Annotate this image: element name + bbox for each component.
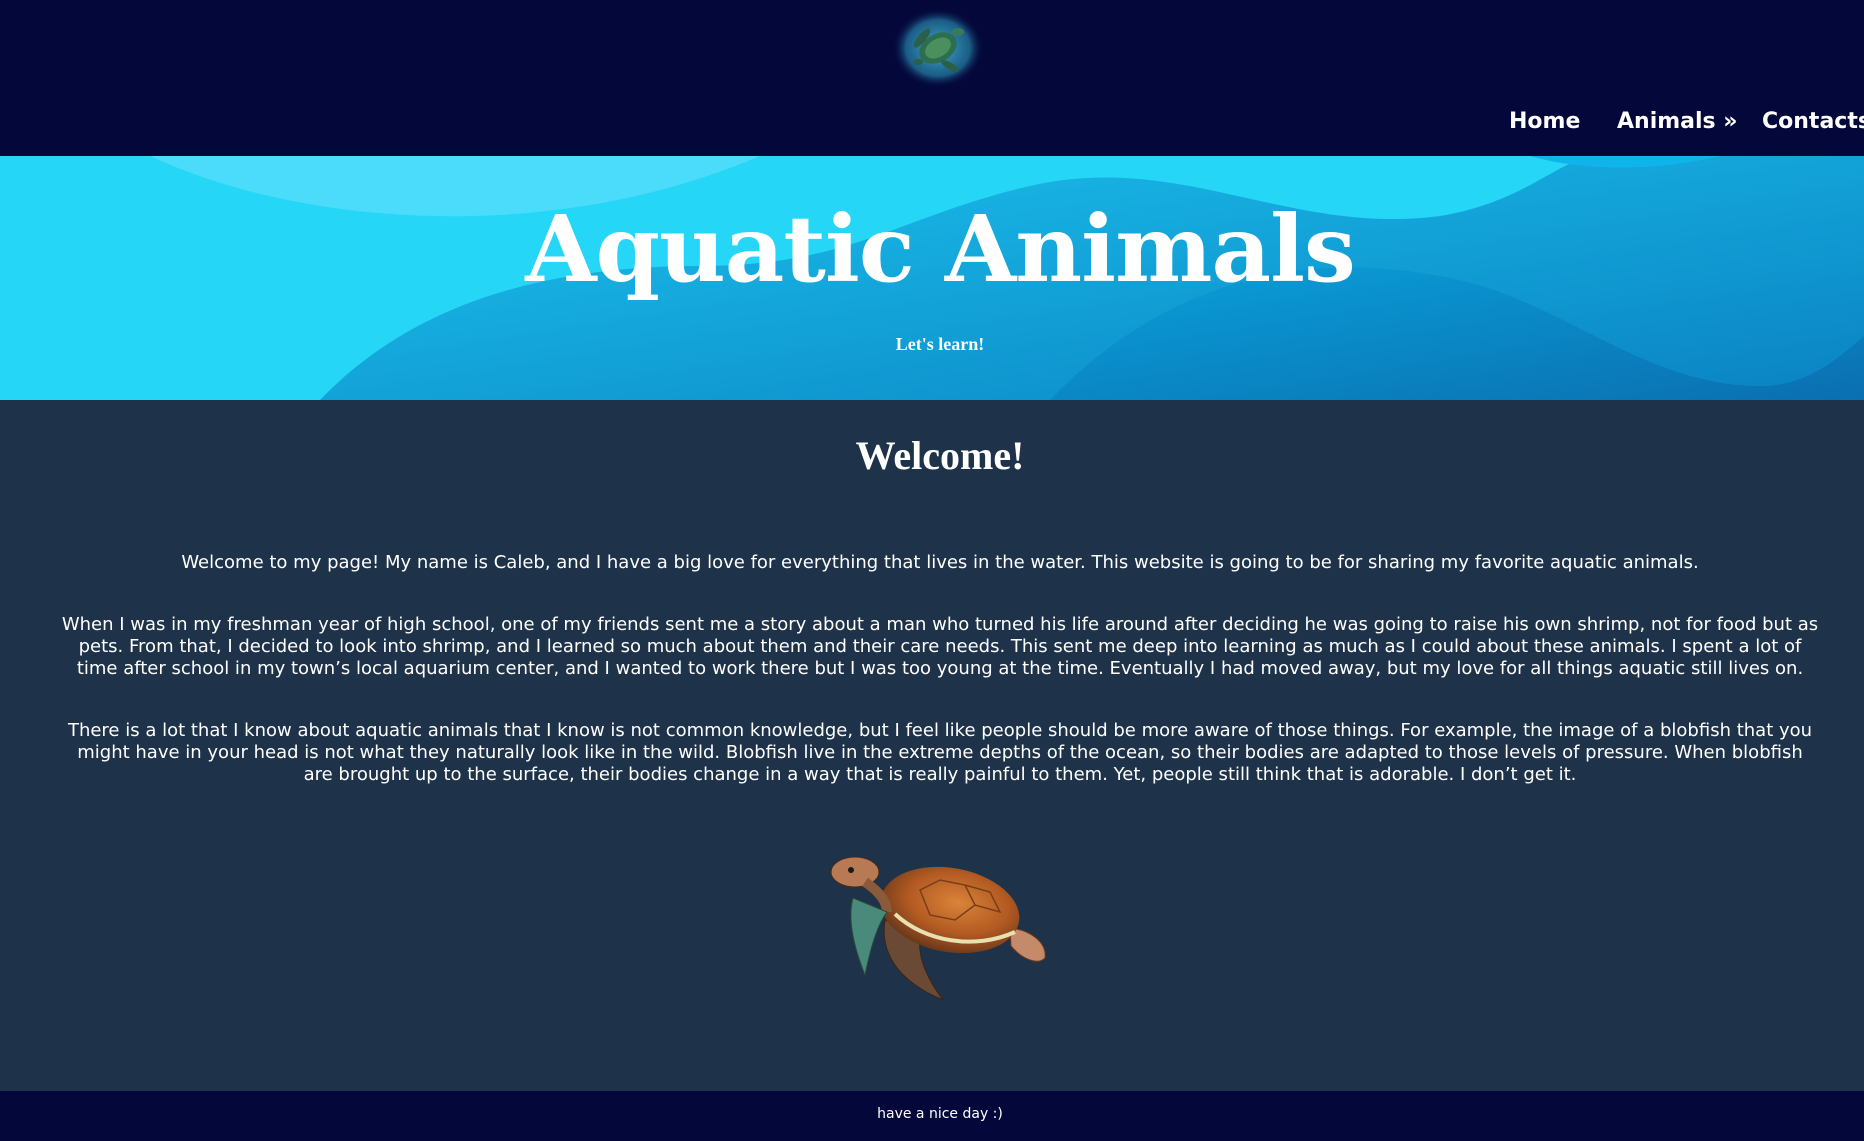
story-paragraph: When I was in my freshman year of high s…: [61, 614, 1819, 679]
hero-title: Aquatic Animals: [525, 195, 1356, 303]
turtle-logo-icon[interactable]: [888, 4, 988, 88]
main-content: Welcome! Welcome to my page! My name is …: [0, 400, 1864, 1091]
nav-contacts-link[interactable]: Contacts: [1762, 108, 1864, 136]
intro-paragraph: Welcome to my page! My name is Caleb, an…: [181, 552, 1699, 573]
sea-turtle-image: [830, 856, 1046, 1000]
nav-home-link[interactable]: Home: [1509, 108, 1580, 136]
welcome-heading: Welcome!: [855, 433, 1025, 478]
hero-subtitle: Let's learn!: [895, 334, 985, 354]
nav-animals-dropdown[interactable]: Animals »: [1617, 108, 1738, 136]
main-nav: Home Animals » Contacts: [0, 108, 1864, 140]
footer-text: have a nice day :): [877, 1106, 1003, 1122]
hero-banner: Aquatic Animals Let's learn!: [0, 156, 1864, 400]
facts-paragraph: There is a lot that I know about aquatic…: [67, 720, 1813, 785]
site-header: Home Animals » Contacts: [0, 0, 1864, 156]
site-footer: have a nice day :): [0, 1091, 1864, 1141]
